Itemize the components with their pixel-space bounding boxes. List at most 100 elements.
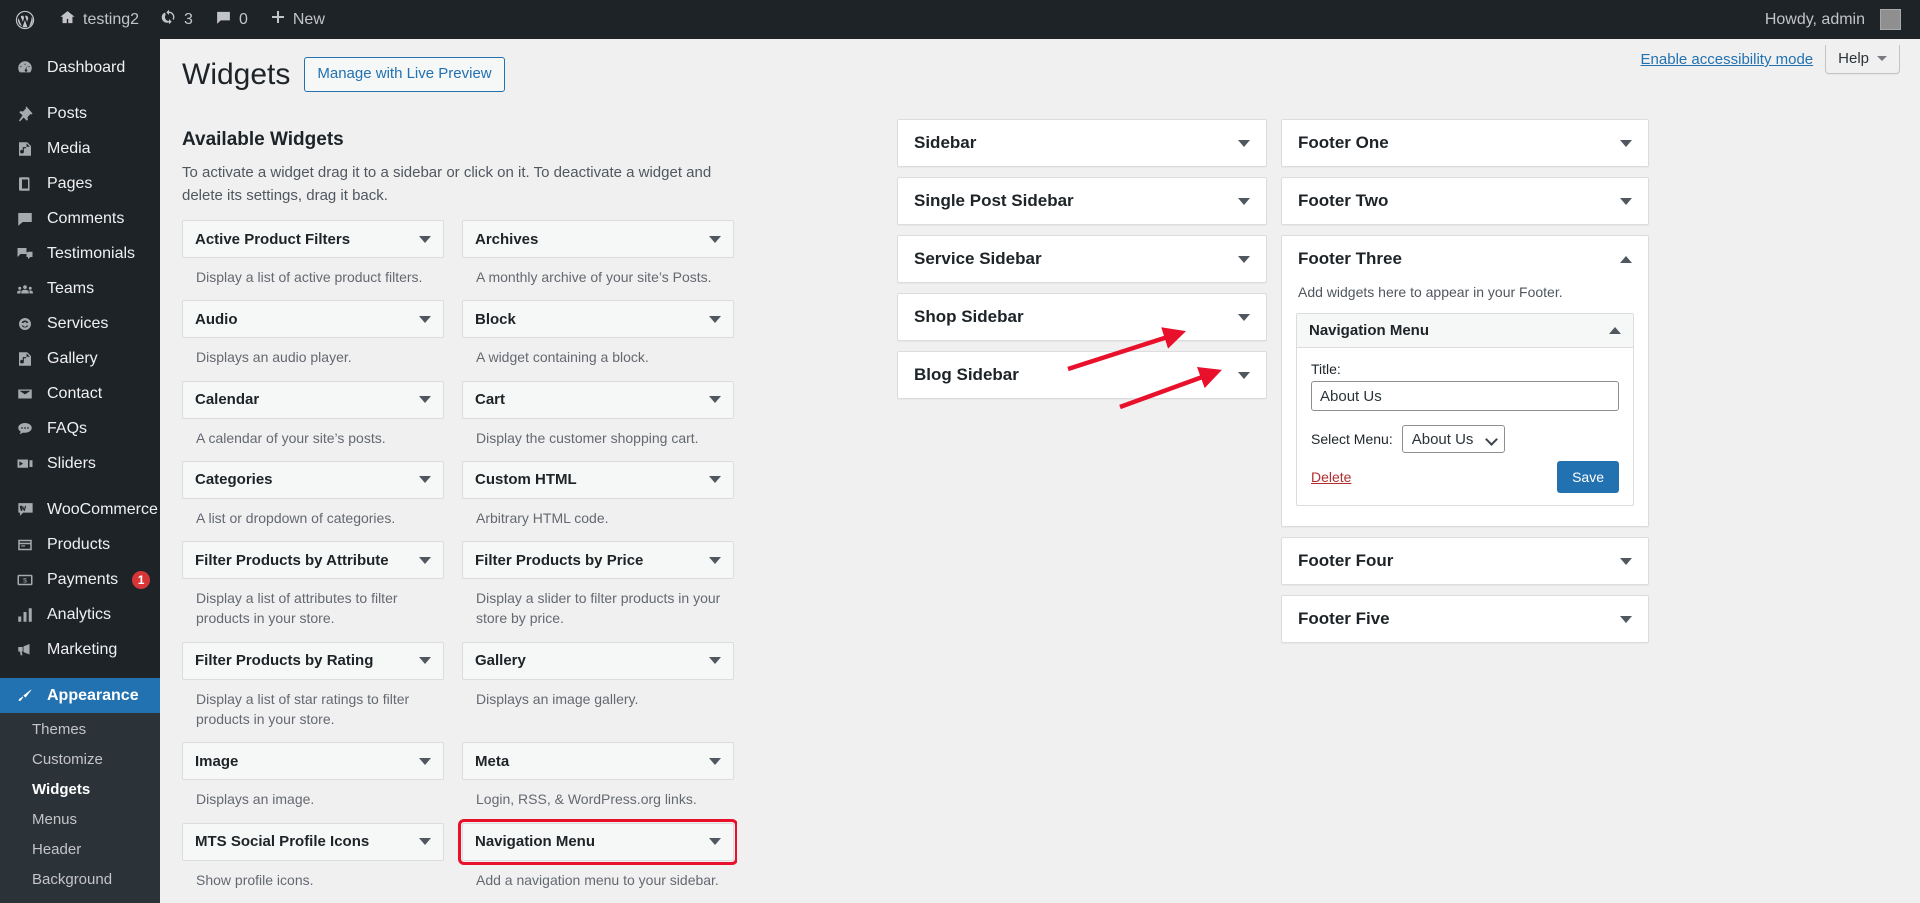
sidebar-item-services[interactable]: Services: [0, 306, 160, 341]
select-menu-dropdown[interactable]: About Us: [1401, 425, 1505, 453]
select-menu-wrapper[interactable]: About Us: [1401, 425, 1505, 453]
sidebar-panel-header[interactable]: Blog Sidebar: [898, 352, 1266, 398]
submenu-item-rental-cloths[interactable]: Rental Cloths: [0, 895, 160, 903]
sidebar-panel-header[interactable]: Sidebar: [898, 120, 1266, 166]
widget-drag-handle[interactable]: Filter Products by Price: [462, 541, 734, 580]
sidebar-item-posts[interactable]: Posts: [0, 96, 160, 131]
sidebar-panel-service-sidebar[interactable]: Service Sidebar: [897, 235, 1267, 283]
chevron-down-icon[interactable]: [1620, 197, 1632, 205]
sidebar-item-products[interactable]: Products: [0, 527, 160, 562]
chevron-up-icon[interactable]: [1620, 255, 1632, 263]
sidebar-item-marketing[interactable]: Marketing: [0, 632, 160, 667]
widget-drag-handle[interactable]: Navigation Menu: [458, 818, 737, 865]
site-name-menu[interactable]: testing2: [48, 0, 150, 39]
sidebar-item-woocommerce[interactable]: WooCommerce: [0, 492, 160, 527]
chevron-down-icon[interactable]: [1620, 557, 1632, 565]
sidebar-panel-blog-sidebar[interactable]: Blog Sidebar: [897, 351, 1267, 399]
chevron-down-icon[interactable]: [419, 476, 431, 484]
chevron-down-icon[interactable]: [709, 315, 721, 323]
widget-instance-header[interactable]: Navigation Menu: [1297, 314, 1633, 348]
chevron-down-icon[interactable]: [419, 757, 431, 765]
sidebar-panel-footer-one[interactable]: Footer One: [1281, 119, 1649, 167]
chevron-down-icon[interactable]: [1238, 313, 1250, 321]
chevron-down-icon[interactable]: [419, 235, 431, 243]
sidebar-item-teams[interactable]: Teams: [0, 271, 160, 306]
chevron-down-icon[interactable]: [1238, 371, 1250, 379]
widget-instance-navigation-menu[interactable]: Navigation Menu Title: Select Menu: Abou…: [1296, 313, 1634, 507]
sidebar-item-payments[interactable]: $ Payments 1: [0, 562, 160, 597]
submenu-item-background[interactable]: Background: [0, 865, 160, 895]
submenu-item-themes[interactable]: Themes: [0, 715, 160, 745]
chevron-down-icon[interactable]: [1238, 139, 1250, 147]
sidebar-panel-footer-two[interactable]: Footer Two: [1281, 177, 1649, 225]
chevron-down-icon[interactable]: [709, 396, 721, 404]
new-content-menu[interactable]: New: [259, 0, 336, 39]
sidebar-panel-single-post-sidebar[interactable]: Single Post Sidebar: [897, 177, 1267, 225]
sidebar-item-analytics[interactable]: Analytics: [0, 597, 160, 632]
chevron-up-icon[interactable]: [1609, 327, 1621, 334]
sidebar-item-gallery[interactable]: Gallery: [0, 341, 160, 376]
sidebar-item-contact[interactable]: Contact: [0, 376, 160, 411]
sidebar-panel-header[interactable]: Single Post Sidebar: [898, 178, 1266, 224]
sidebar-panel-header[interactable]: Service Sidebar: [898, 236, 1266, 282]
delete-link[interactable]: Delete: [1311, 469, 1351, 485]
widget-drag-handle[interactable]: Image: [182, 742, 444, 781]
sidebar-panel-footer-three[interactable]: Footer Three Add widgets here to appear …: [1281, 235, 1649, 528]
chevron-down-icon[interactable]: [709, 757, 721, 765]
submenu-item-customize[interactable]: Customize: [0, 745, 160, 775]
sidebar-panel-shop-sidebar[interactable]: Shop Sidebar: [897, 293, 1267, 341]
manage-with-live-preview-button[interactable]: Manage with Live Preview: [304, 57, 505, 92]
sidebar-item-dashboard[interactable]: Dashboard: [0, 50, 160, 85]
chevron-down-icon[interactable]: [419, 315, 431, 323]
chevron-down-icon[interactable]: [419, 838, 431, 846]
sidebar-item-comments[interactable]: Comments: [0, 201, 160, 236]
sidebar-item-testimonials[interactable]: Testimonials: [0, 236, 160, 271]
enable-accessibility-mode-link[interactable]: Enable accessibility mode: [1641, 51, 1814, 68]
widget-drag-handle[interactable]: Categories: [182, 460, 444, 499]
chevron-down-icon[interactable]: [1620, 615, 1632, 623]
submenu-item-widgets[interactable]: Widgets: [0, 775, 160, 805]
sidebar-panel-header[interactable]: Footer One: [1282, 120, 1648, 166]
sidebar-item-pages[interactable]: Pages: [0, 166, 160, 201]
sidebar-panel-footer-four[interactable]: Footer Four: [1281, 537, 1649, 586]
chevron-down-icon[interactable]: [419, 657, 431, 665]
widget-drag-handle[interactable]: Gallery: [462, 641, 734, 680]
widget-drag-handle[interactable]: Filter Products by Attribute: [182, 541, 444, 580]
widget-drag-handle[interactable]: Calendar: [182, 380, 444, 419]
chevron-down-icon[interactable]: [709, 476, 721, 484]
chevron-down-icon[interactable]: [709, 838, 721, 846]
submenu-item-header[interactable]: Header: [0, 835, 160, 865]
chevron-down-icon[interactable]: [1238, 197, 1250, 205]
help-tab-button[interactable]: Help: [1825, 45, 1900, 74]
widget-drag-handle[interactable]: Cart: [462, 380, 734, 419]
wordpress-logo-icon[interactable]: [0, 0, 48, 39]
widget-drag-handle[interactable]: Custom HTML: [462, 460, 734, 499]
sidebar-panel-header[interactable]: Footer Four: [1282, 538, 1648, 584]
sidebar-panel-header[interactable]: Footer Two: [1282, 178, 1648, 224]
sidebar-panel-header[interactable]: Footer Three: [1282, 236, 1648, 282]
title-input[interactable]: [1311, 381, 1619, 411]
sidebar-item-media[interactable]: Media: [0, 131, 160, 166]
chevron-down-icon[interactable]: [1620, 139, 1632, 147]
widget-drag-handle[interactable]: Active Product Filters: [182, 220, 444, 258]
save-button[interactable]: Save: [1557, 461, 1619, 494]
chevron-down-icon[interactable]: [419, 556, 431, 564]
sidebar-panel-footer-five[interactable]: Footer Five: [1281, 595, 1649, 644]
sidebar-item-sliders[interactable]: Sliders: [0, 446, 160, 481]
chevron-down-icon[interactable]: [419, 396, 431, 404]
my-account-menu[interactable]: Howdy, admin: [1754, 0, 1912, 39]
widget-drag-handle[interactable]: Audio: [182, 300, 444, 339]
widget-drag-handle[interactable]: Meta: [462, 742, 734, 781]
chevron-down-icon[interactable]: [709, 657, 721, 665]
comments-menu[interactable]: 0: [204, 0, 259, 39]
widget-drag-handle[interactable]: MTS Social Profile Icons: [182, 822, 444, 861]
sidebar-panel-sidebar[interactable]: Sidebar: [897, 119, 1267, 167]
submenu-item-menus[interactable]: Menus: [0, 805, 160, 835]
sidebar-panel-header[interactable]: Shop Sidebar: [898, 294, 1266, 340]
widget-drag-handle[interactable]: Filter Products by Rating: [182, 641, 444, 680]
updates-menu[interactable]: 3: [150, 0, 204, 39]
widget-drag-handle[interactable]: Block: [462, 300, 734, 339]
chevron-down-icon[interactable]: [709, 556, 721, 564]
sidebar-panel-header[interactable]: Footer Five: [1282, 596, 1648, 642]
chevron-down-icon[interactable]: [1238, 255, 1250, 263]
